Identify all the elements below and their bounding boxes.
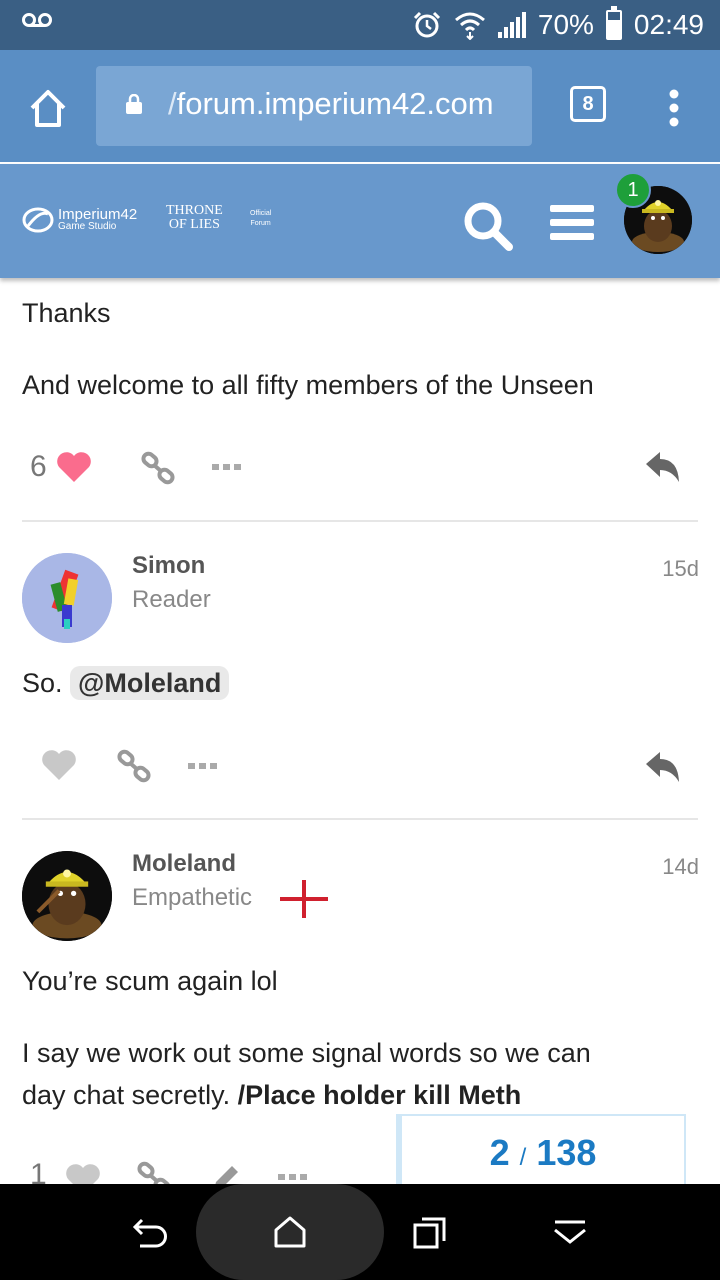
post-divider: [22, 818, 698, 820]
back-icon[interactable]: [132, 1216, 168, 1250]
swirl-logo-icon: [22, 207, 54, 233]
post-text-bold: /Place holder kill Meth: [237, 1080, 522, 1110]
post-text-line: Thanks: [22, 298, 111, 328]
status-bar: 70% 02:49: [0, 0, 720, 50]
more-options-icon[interactable]: [278, 1172, 308, 1182]
progress-separator: /: [519, 1144, 527, 1171]
reply-icon[interactable]: [644, 450, 682, 484]
simon-avatar-image: [22, 553, 112, 643]
recent-apps-icon[interactable]: [412, 1216, 448, 1250]
moleland-avatar[interactable]: [22, 851, 112, 941]
user-title: Reader: [132, 586, 211, 613]
clock: 02:49: [633, 9, 704, 40]
more-options-icon[interactable]: [212, 462, 242, 472]
progress-current: 2: [489, 1132, 510, 1173]
mole-avatar-image: [22, 851, 112, 941]
signal-icon: [497, 12, 526, 38]
logo2-line1: THRONE: [166, 203, 223, 218]
hide-nav-icon[interactable]: [552, 1218, 588, 1248]
address-bar[interactable]: /forum.imperium42.com: [96, 66, 532, 146]
wifi-icon: [454, 12, 485, 40]
hamburger-menu-icon[interactable]: [548, 202, 596, 242]
post-text-line: So. @Moleland: [22, 662, 230, 704]
post-text: day chat secretly.: [22, 1080, 231, 1110]
post-text-line: And welcome to all fifty members of the …: [22, 370, 594, 400]
throne-of-lies-logo[interactable]: THRONE OF LIES: [166, 204, 223, 232]
more-options-icon[interactable]: [188, 761, 218, 771]
like-count[interactable]: 6: [30, 450, 47, 484]
post-text-line: You’re scum again lol: [22, 966, 278, 996]
logo3-line1: Official: [250, 210, 272, 217]
cross-flair-icon: [280, 880, 328, 918]
battery-fill: [607, 19, 620, 38]
notification-badge[interactable]: 1: [615, 172, 651, 208]
username[interactable]: Moleland: [132, 850, 236, 878]
system-nav-bar: [0, 1184, 720, 1280]
url-prefix: /: [168, 86, 177, 121]
post-text-line: I say we work out some signal words so w…: [22, 1038, 591, 1068]
link-icon[interactable]: [116, 748, 152, 784]
home-icon[interactable]: [26, 86, 70, 130]
simon-avatar[interactable]: [22, 553, 112, 643]
url-host: forum.imperium42.com: [176, 86, 494, 121]
forum-header: Imperium42 Game Studio THRONE OF LIES Of…: [0, 164, 720, 278]
overflow-menu-icon[interactable]: [662, 88, 686, 128]
heart-icon[interactable]: [40, 748, 78, 782]
user-mention-link[interactable]: @Moleland: [70, 666, 230, 700]
status-right: 70% 02:49: [412, 6, 704, 42]
url-text: /forum.imperium42.com: [168, 86, 494, 122]
link-icon[interactable]: [140, 450, 176, 486]
home-icon[interactable]: [272, 1214, 308, 1250]
post-divider: [22, 520, 698, 522]
imperium42-logo[interactable]: Imperium42 Game Studio: [22, 206, 137, 234]
progress-text: 2 / 138: [402, 1132, 684, 1174]
logo3-line2: Forum: [250, 220, 271, 227]
post-text: So.: [22, 668, 63, 698]
tab-switcher-button[interactable]: 8: [570, 86, 606, 122]
battery-icon: [605, 6, 622, 40]
official-forum-label: Official Forum: [250, 209, 271, 229]
user-title: Empathetic: [132, 884, 253, 911]
logo2-line2: OF LIES: [168, 217, 220, 232]
voicemail-icon: [22, 13, 52, 27]
alarm-icon: [413, 11, 440, 38]
battery-percent: 70%: [537, 9, 594, 40]
logo-name: Imperium42: [58, 206, 138, 223]
reply-icon[interactable]: [644, 750, 682, 784]
post-text-line: day chat secretly. /Place holder kill Me…: [22, 1074, 521, 1116]
username[interactable]: Simon: [132, 552, 205, 580]
progress-total: 138: [536, 1132, 597, 1173]
post-date[interactable]: 15d: [662, 556, 699, 582]
topic-progress[interactable]: 2 / 138: [396, 1114, 686, 1194]
browser-toolbar: /forum.imperium42.com 8: [0, 50, 720, 162]
post-actions: 6: [22, 444, 93, 490]
heart-icon[interactable]: [55, 450, 93, 484]
logo-sub: Game Studio: [58, 221, 117, 232]
post-date[interactable]: 14d: [662, 854, 699, 880]
search-icon[interactable]: [460, 198, 516, 254]
lock-icon: [126, 94, 142, 114]
